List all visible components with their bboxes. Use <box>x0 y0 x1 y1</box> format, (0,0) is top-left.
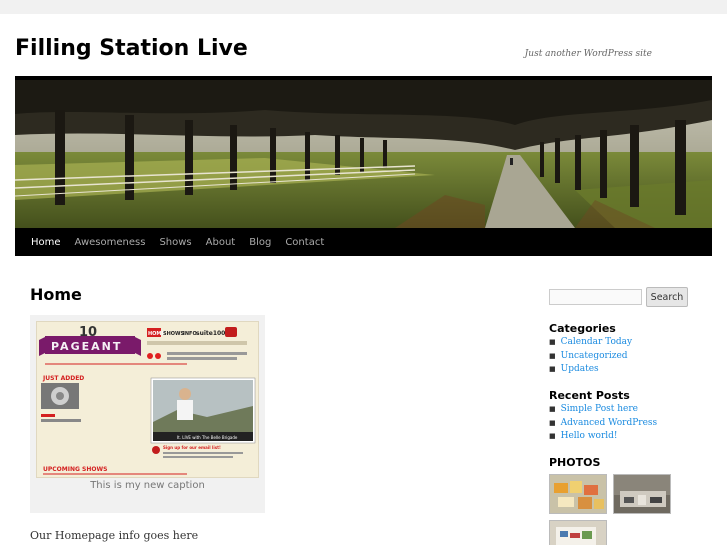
search-button[interactable]: Search <box>646 287 688 307</box>
screenshot-upcoming: UPCOMING SHOWS <box>43 466 107 473</box>
photo-thumbnail[interactable] <box>549 474 607 514</box>
nav-item-home[interactable]: Home <box>24 237 68 248</box>
search-input[interactable] <box>549 289 642 305</box>
page-wrapper: Filling Station Live Just another WordPr… <box>0 14 727 545</box>
post-link-advanced-wordpress[interactable]: Advanced WordPress <box>561 418 658 428</box>
image-caption: This is my new caption <box>90 480 205 491</box>
website-screenshot-image[interactable]: PAGEANT 10 HOME SHOWS INFO suite100 JUST… <box>36 321 259 478</box>
list-item: ■ Hello world! <box>549 430 657 444</box>
screenshot-drawing: PAGEANT 10 HOME SHOWS INFO suite100 JUST… <box>37 322 258 477</box>
screenshot-menu-shows: SHOWS <box>163 331 185 337</box>
bullet-icon: ■ <box>549 338 556 346</box>
list-item: ■ Updates <box>549 363 632 377</box>
screenshot-video-caption: It. LIVE with The Belle Brigade <box>177 435 238 440</box>
page-title: Home <box>30 285 82 304</box>
categories-widget-title: Categories <box>549 322 616 335</box>
homepage-info-text: Our Homepage info goes here <box>30 529 199 542</box>
category-link-updates[interactable]: Updates <box>561 364 599 374</box>
nav-item-about[interactable]: About <box>199 237 243 248</box>
bullet-icon: ■ <box>549 432 556 440</box>
site-description: Just another WordPress site <box>524 49 652 59</box>
bullet-icon: ■ <box>549 405 556 413</box>
recent-posts-widget-title: Recent Posts <box>549 389 630 402</box>
photo-thumbnail[interactable] <box>613 474 671 514</box>
list-item: ■ Calendar Today <box>549 336 632 350</box>
photo-thumbnail[interactable] <box>549 520 607 545</box>
header-banner-image <box>15 80 712 228</box>
list-item: ■ Advanced WordPress <box>549 417 657 431</box>
post-link-simple-post[interactable]: Simple Post here <box>561 404 638 414</box>
screenshot-brand: suite100 <box>196 330 225 337</box>
list-item: ■ Simple Post here <box>549 403 657 417</box>
post-link-hello-world[interactable]: Hello world! <box>561 431 618 441</box>
site-title[interactable]: Filling Station Live <box>15 36 248 61</box>
main-navigation: Home Awesomeness Shows About Blog Contac… <box>15 228 712 256</box>
nav-item-contact[interactable]: Contact <box>278 237 331 248</box>
category-link-calendar-today[interactable]: Calendar Today <box>561 337 632 347</box>
screenshot-signup: Sign up for our email list! <box>163 445 221 450</box>
bullet-icon: ■ <box>549 365 556 373</box>
nav-item-blog[interactable]: Blog <box>242 237 278 248</box>
screenshot-logo-text: PAGEANT <box>51 340 122 353</box>
screenshot-menu-info: INFO <box>183 331 197 337</box>
nav-item-shows[interactable]: Shows <box>152 237 198 248</box>
screenshot-just-added: JUST ADDED <box>42 375 84 382</box>
nav-item-awesomeness[interactable]: Awesomeness <box>68 237 153 248</box>
captioned-image: PAGEANT 10 HOME SHOWS INFO suite100 JUST… <box>30 315 265 513</box>
category-link-uncategorized[interactable]: Uncategorized <box>561 351 628 361</box>
recent-posts-list: ■ Simple Post here ■ Advanced WordPress ■ H… <box>549 403 657 444</box>
list-item: ■ Uncategorized <box>549 350 632 364</box>
bullet-icon: ■ <box>549 351 556 360</box>
screenshot-number: 10 <box>79 325 97 340</box>
bullet-icon: ■ <box>549 418 556 427</box>
categories-list: ■ Calendar Today ■ Uncategorized ■ Updates <box>549 336 632 377</box>
photos-widget-title: PHOTOS <box>549 456 601 469</box>
